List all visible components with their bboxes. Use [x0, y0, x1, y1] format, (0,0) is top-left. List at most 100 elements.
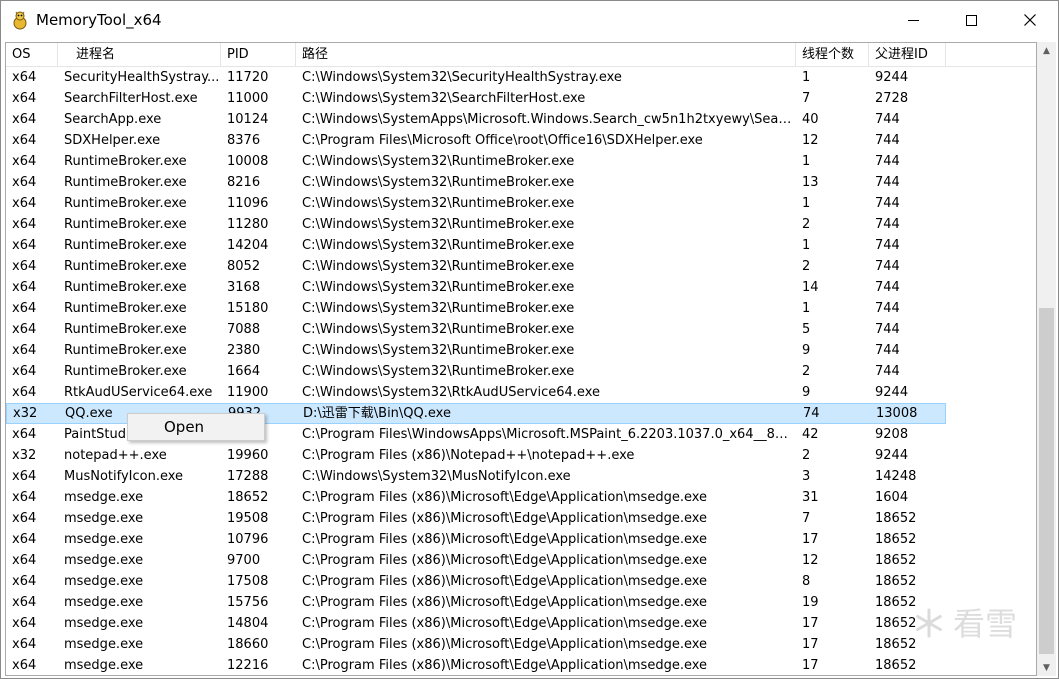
title-bar[interactable]: MemoryTool_x64: [1, 1, 1058, 39]
table-row[interactable]: x64 SecurityHealthSystray... 11720 C:\Windo…: [6, 67, 946, 88]
cell-threads: 7: [802, 511, 811, 526]
cell-name: SecurityHealthSystray...: [64, 70, 220, 85]
scroll-down-icon[interactable]: ▼: [1037, 659, 1056, 676]
cell-threads: 1: [802, 238, 811, 253]
cell-name: msedge.exe: [64, 595, 144, 610]
cell-os: x64: [12, 217, 37, 232]
cell-path: C:\Program Files (x86)\Microsoft\Edge\Ap…: [302, 658, 708, 673]
app-window: MemoryTool_x64 OS 进程名 PID 路径 线程个数 父进程ID …: [0, 0, 1059, 679]
cell-os: x64: [12, 280, 37, 295]
table-row[interactable]: x64 RuntimeBroker.exe 8216 C:\Windows\Syste…: [6, 172, 946, 193]
app-icon: [13, 11, 27, 30]
cell-threads: 9: [802, 343, 811, 358]
cell-path: C:\Windows\System32\RuntimeBroker.exe: [302, 322, 575, 337]
table-row[interactable]: x64 RtkAudUService64.exe 11900 C:\Windows\S…: [6, 382, 946, 403]
cell-pid: 14804: [227, 616, 269, 631]
cell-path: C:\Program Files (x86)\Microsoft\Edge\Ap…: [302, 595, 708, 610]
cell-parent-pid: 744: [875, 154, 900, 169]
table-row[interactable]: x64 RuntimeBroker.exe 7088 C:\Windows\Syste…: [6, 319, 946, 340]
table-row[interactable]: x32 notepad++.exe 19960 C:\Program Files (x…: [6, 445, 946, 466]
table-row[interactable]: x64 SearchApp.exe 10124 C:\Windows\SystemAp…: [6, 109, 946, 130]
cell-name: msedge.exe: [64, 511, 144, 526]
table-row[interactable]: x64 msedge.exe 19508 C:\Program Files (x86)…: [6, 508, 946, 529]
cell-pid: 3168: [227, 280, 261, 295]
cell-os: x64: [12, 154, 37, 169]
cell-os: x64: [12, 238, 37, 253]
cell-name: MusNotifyIcon.exe: [64, 469, 184, 484]
cell-pid: 19960: [227, 448, 269, 463]
cell-os: x64: [12, 574, 37, 589]
cell-threads: 1: [802, 196, 811, 211]
cell-os: x64: [12, 385, 37, 400]
cell-parent-pid: 18652: [875, 658, 917, 673]
table-row[interactable]: x64 RuntimeBroker.exe 2380 C:\Windows\Syste…: [6, 340, 946, 361]
cell-path: C:\Program Files (x86)\Microsoft\Edge\Ap…: [302, 637, 708, 652]
scroll-thumb[interactable]: [1039, 308, 1054, 654]
cell-path: C:\Program Files (x86)\Microsoft\Edge\Ap…: [302, 616, 708, 631]
cell-os: x32: [13, 406, 38, 421]
column-header-pid[interactable]: PID: [221, 43, 296, 66]
table-row[interactable]: x64 RuntimeBroker.exe 11280 C:\Windows\Syst…: [6, 214, 946, 235]
table-row[interactable]: x64 msedge.exe 18660 C:\Program Files (x86)…: [6, 634, 946, 655]
cell-path: C:\Windows\System32\RuntimeBroker.exe: [302, 154, 575, 169]
cell-parent-pid: 2728: [875, 91, 909, 106]
table-row[interactable]: x64 RuntimeBroker.exe 15180 C:\Windows\Syst…: [6, 298, 946, 319]
table-row[interactable]: x64 RuntimeBroker.exe 14204 C:\Windows\Syst…: [6, 235, 946, 256]
column-header-name[interactable]: 进程名: [58, 43, 221, 66]
table-row[interactable]: x64 MusNotifyIcon.exe 17288 C:\Windows\Syst…: [6, 466, 946, 487]
vertical-scrollbar[interactable]: ▲ ▼: [1037, 42, 1056, 676]
cell-pid: 11720: [227, 70, 269, 85]
cell-path: C:\Windows\System32\MusNotifyIcon.exe: [302, 469, 571, 484]
table-row[interactable]: x64 msedge.exe 10796 C:\Program Files (x86)…: [6, 529, 946, 550]
table-row[interactable]: x64 SDXHelper.exe 8376 C:\Program Files\Mic…: [6, 130, 946, 151]
cell-parent-pid: 744: [875, 238, 900, 253]
maximize-button[interactable]: [948, 1, 994, 39]
cell-pid: 10796: [227, 532, 269, 547]
cell-pid: 10008: [227, 154, 269, 169]
column-header-parent-pid[interactable]: 父进程ID: [869, 43, 946, 66]
list-header: OS 进程名 PID 路径 线程个数 父进程ID: [6, 43, 1036, 67]
scroll-up-icon[interactable]: ▲: [1037, 42, 1056, 59]
table-row[interactable]: x64 msedge.exe 15756 C:\Program Files (x86)…: [6, 592, 946, 613]
cell-threads: 12: [802, 553, 819, 568]
cell-path: C:\Windows\System32\RuntimeBroker.exe: [302, 196, 575, 211]
cell-pid: 11280: [227, 217, 269, 232]
table-row[interactable]: x64 RuntimeBroker.exe 11096 C:\Windows\Syst…: [6, 193, 946, 214]
table-row[interactable]: x64 msedge.exe 12216 C:\Program Files (x86)…: [6, 655, 946, 675]
cell-path: C:\Windows\System32\RuntimeBroker.exe: [302, 217, 575, 232]
table-row[interactable]: x64 RuntimeBroker.exe 10008 C:\Windows\Syst…: [6, 151, 946, 172]
watermark-text: 看雪: [953, 605, 1018, 643]
cell-parent-pid: 744: [875, 112, 900, 127]
menu-item-open[interactable]: Open: [128, 414, 264, 440]
cell-name: RuntimeBroker.exe: [64, 217, 187, 232]
table-row[interactable]: x64 msedge.exe 9700 C:\Program Files (x86)\…: [6, 550, 946, 571]
column-header-path[interactable]: 路径: [296, 43, 796, 66]
table-row[interactable]: x64 msedge.exe 18652 C:\Program Files (x86)…: [6, 487, 946, 508]
cell-threads: 5: [802, 322, 811, 337]
table-row[interactable]: x64 SearchFilterHost.exe 11000 C:\Windows\S…: [6, 88, 946, 109]
cell-pid: 12216: [227, 658, 269, 673]
cell-name: RuntimeBroker.exe: [64, 322, 187, 337]
column-header-threads[interactable]: 线程个数: [796, 43, 869, 66]
cell-parent-pid: 744: [875, 133, 900, 148]
cell-threads: 12: [802, 133, 819, 148]
close-button[interactable]: [1007, 1, 1053, 39]
process-list[interactable]: OS 进程名 PID 路径 线程个数 父进程ID x64 SecurityHeal…: [5, 42, 1037, 676]
cell-name: RuntimeBroker.exe: [64, 154, 187, 169]
table-row[interactable]: x64 RuntimeBroker.exe 3168 C:\Windows\Syste…: [6, 277, 946, 298]
cell-threads: 2: [802, 259, 811, 274]
cell-pid: 18652: [227, 490, 269, 505]
cell-threads: 74: [803, 406, 820, 421]
cell-threads: 19: [802, 595, 819, 610]
minimize-button[interactable]: [890, 1, 936, 39]
cell-name: msedge.exe: [64, 553, 144, 568]
cell-path: C:\Program Files\WindowsApps\Microsoft.M…: [302, 427, 796, 442]
table-row[interactable]: x64 msedge.exe 17508 C:\Program Files (x86)…: [6, 571, 946, 592]
cell-os: x64: [12, 91, 37, 106]
cell-parent-pid: 744: [875, 322, 900, 337]
table-row[interactable]: x64 msedge.exe 14804 C:\Program Files (x86)…: [6, 613, 946, 634]
table-row[interactable]: x64 RuntimeBroker.exe 1664 C:\Windows\Syste…: [6, 361, 946, 382]
cell-threads: 7: [802, 91, 811, 106]
table-row[interactable]: x64 RuntimeBroker.exe 8052 C:\Windows\Syste…: [6, 256, 946, 277]
column-header-os[interactable]: OS: [6, 43, 58, 66]
